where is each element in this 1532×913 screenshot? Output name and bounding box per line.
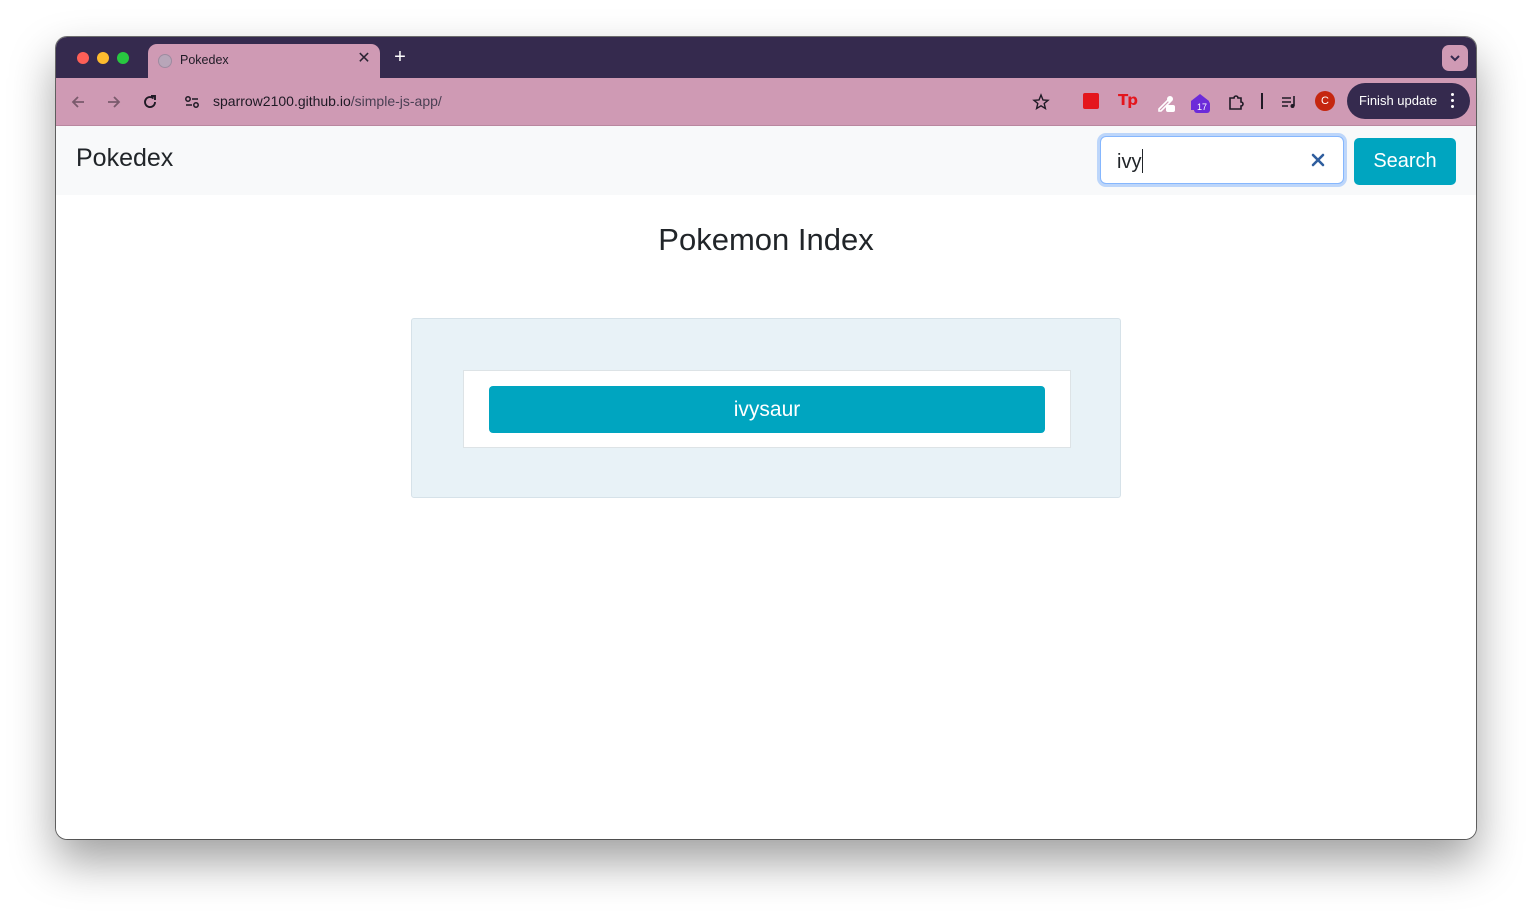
pokemon-button-ivysaur[interactable]: ivysaur — [489, 386, 1045, 433]
close-icon — [1311, 153, 1325, 167]
list-item: ivysaur — [463, 370, 1071, 448]
bookmark-button[interactable] — [1031, 92, 1051, 112]
new-tab-button[interactable]: + — [390, 47, 410, 67]
more-vertical-icon — [1451, 93, 1455, 111]
page-title: Pokemon Index — [658, 222, 874, 257]
search-input[interactable]: ivy — [1100, 136, 1344, 184]
tab-pokedex[interactable]: Pokedex ✕ — [148, 44, 380, 78]
tab-strip: Pokedex ✕ + — [56, 37, 1476, 78]
forward-button[interactable] — [104, 92, 124, 112]
reload-button[interactable] — [140, 92, 160, 112]
chevron-down-icon — [1450, 55, 1460, 62]
tune-icon — [185, 96, 199, 108]
arrow-left-icon — [71, 96, 84, 108]
playlist-icon — [1282, 96, 1295, 108]
text-caret — [1142, 149, 1144, 173]
pokemon-list: ivysaur — [411, 318, 1121, 498]
navbar-brand[interactable]: Pokedex — [76, 144, 173, 173]
tab-search-button[interactable] — [1442, 45, 1468, 71]
clear-search-button[interactable] — [1310, 152, 1326, 168]
extension-red-icon[interactable] — [1083, 93, 1099, 109]
globe-icon — [158, 54, 172, 68]
extension-eyedropper-icon[interactable] — [1155, 92, 1175, 112]
avatar[interactable]: C — [1315, 91, 1335, 111]
tab-close-icon[interactable]: ✕ — [355, 50, 373, 68]
tab-title: Pokedex — [180, 53, 229, 67]
url-path: /simple-js-app/ — [350, 93, 442, 109]
back-button[interactable] — [68, 92, 88, 112]
close-window-button[interactable] — [77, 52, 89, 64]
finish-update-label: Finish update — [1359, 93, 1438, 108]
address-bar[interactable]: sparrow2100.github.io/simple-js-app/ — [213, 93, 442, 109]
media-controls-button[interactable] — [1279, 92, 1299, 112]
extensions-button[interactable] — [1226, 92, 1246, 112]
minimize-window-button[interactable] — [97, 52, 109, 64]
star-icon — [1032, 93, 1050, 110]
search-button[interactable]: Search — [1354, 138, 1456, 185]
arrow-right-icon — [108, 96, 121, 108]
puzzle-icon — [1229, 95, 1244, 110]
browser-toolbar: sparrow2100.github.io/simple-js-app/ Tp … — [56, 78, 1476, 126]
extension-badge-count: 17 — [1194, 101, 1210, 113]
url-host: sparrow2100.github.io — [213, 93, 351, 109]
search-input-value: ivy — [1117, 149, 1144, 173]
extension-tp-icon[interactable]: Tp — [1118, 91, 1138, 109]
web-page: Pokedex ivy Search Pokemon Index ivysaur — [56, 126, 1476, 839]
finish-update-button[interactable]: Finish update — [1347, 83, 1470, 119]
toolbar-divider — [1261, 93, 1263, 109]
reload-icon — [144, 95, 156, 108]
navbar: Pokedex ivy Search — [56, 126, 1476, 195]
browser-window: Pokedex ✕ + sparrow2100.github.io/simple… — [56, 37, 1476, 839]
maximize-window-button[interactable] — [117, 52, 129, 64]
site-info-button[interactable] — [182, 92, 202, 112]
